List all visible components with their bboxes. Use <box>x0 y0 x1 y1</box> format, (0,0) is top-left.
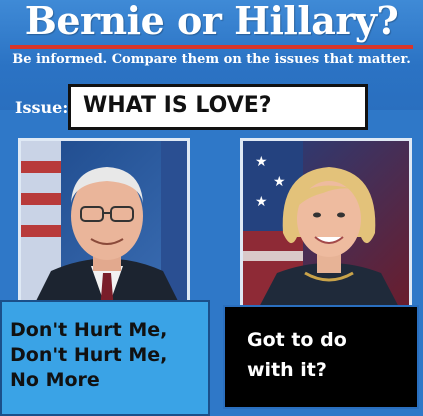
answer-left-line: No More <box>10 369 100 391</box>
answer-right-line: Got to do <box>247 329 347 351</box>
portrait-bernie <box>18 138 190 308</box>
answer-text-right: Got to do with it? <box>247 325 347 385</box>
page-title: Bernie or Hillary? <box>24 0 399 43</box>
issue-label: Issue: <box>15 98 69 117</box>
title-divider <box>10 45 413 49</box>
answer-left-line: Don't Hurt Me, <box>10 344 168 366</box>
portrait-hillary-graphic: ★ ★ ★ <box>243 141 398 305</box>
answer-right-line: with it? <box>247 359 327 381</box>
portrait-hillary: ★ ★ ★ <box>240 138 412 308</box>
answer-text-left: Don't Hurt Me, Don't Hurt Me, No More <box>10 318 167 393</box>
answer-box-left: Don't Hurt Me, Don't Hurt Me, No More <box>0 300 210 416</box>
svg-text:★: ★ <box>255 194 268 210</box>
answer-left-line: Don't Hurt Me, <box>10 319 168 341</box>
svg-text:★: ★ <box>255 154 268 170</box>
portrait-bernie-graphic <box>21 141 187 305</box>
issue-text: WHAT IS LOVE? <box>83 93 272 118</box>
page-subtitle: Be informed. Compare them on the issues … <box>12 52 411 67</box>
svg-text:★: ★ <box>273 174 286 190</box>
issue-box: WHAT IS LOVE? <box>68 84 368 130</box>
answer-box-right: Got to do with it? <box>223 305 419 409</box>
